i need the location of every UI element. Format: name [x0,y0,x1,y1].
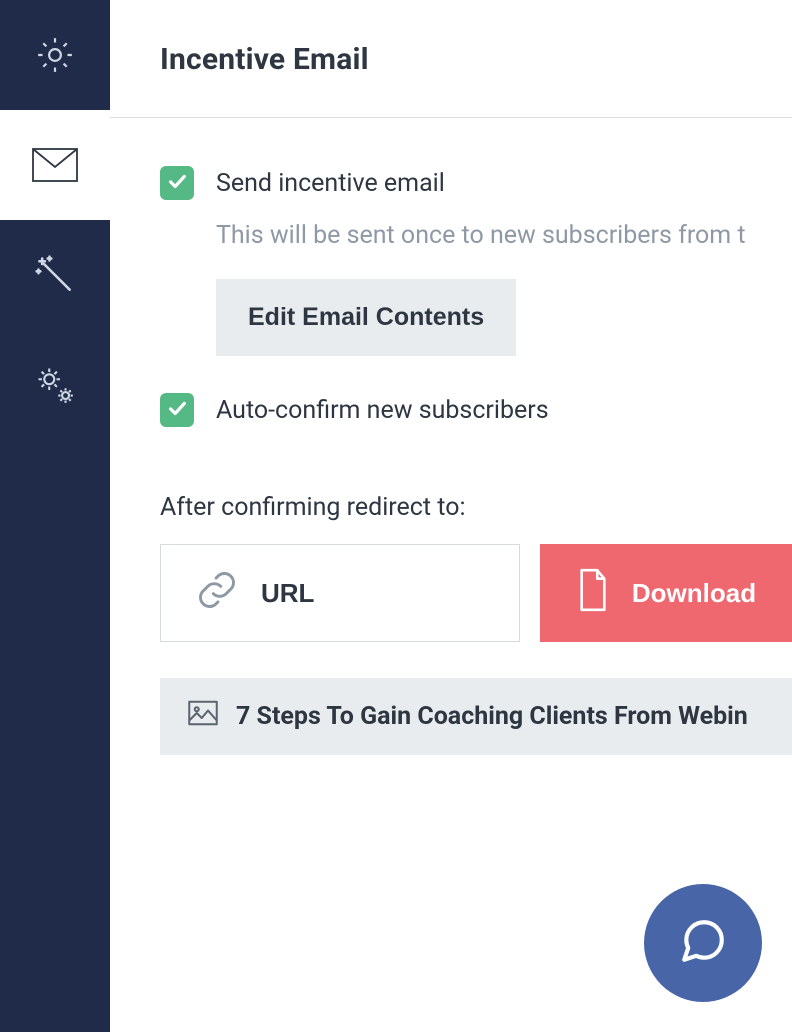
sidebar-item-email[interactable] [0,110,110,220]
selected-file-name: 7 Steps To Gain Coaching Clients From We… [236,702,748,731]
check-icon [166,170,188,196]
redirect-url-label: URL [261,578,314,609]
edit-email-contents-button[interactable]: Edit Email Contents [216,279,516,356]
redirect-options: URL Download [160,544,792,642]
redirect-label: After confirming redirect to: [160,493,792,522]
sidebar-item-settings[interactable] [0,0,110,110]
redirect-download-label: Download [632,578,756,609]
file-icon [576,568,610,619]
page-header: Incentive Email [110,0,792,118]
page-title: Incentive Email [160,42,742,77]
option-send-incentive: Send incentive email [160,166,792,200]
chat-fab[interactable] [644,884,762,1002]
checkbox-auto-confirm[interactable] [160,393,194,427]
image-icon [188,700,218,733]
label-auto-confirm: Auto-confirm new subscribers [216,396,549,425]
sidebar-item-advanced[interactable] [0,330,110,440]
chat-icon [678,916,728,970]
label-send-incentive: Send incentive email [216,169,445,198]
gears-icon [32,362,78,408]
send-incentive-sub: This will be sent once to new subscriber… [216,218,792,356]
check-icon [166,397,188,423]
send-incentive-description: This will be sent once to new subscriber… [216,218,792,253]
selected-file-row[interactable]: 7 Steps To Gain Coaching Clients From We… [160,678,792,755]
main-panel: Incentive Email Send incentive email Thi… [110,0,792,1032]
checkbox-send-incentive[interactable] [160,166,194,200]
redirect-download-button[interactable]: Download [540,544,792,642]
envelope-icon [32,148,78,182]
redirect-url-button[interactable]: URL [160,544,520,642]
gear-icon [33,33,77,77]
wand-icon [33,253,77,297]
link-icon [195,568,239,619]
sidebar [0,0,110,1032]
sidebar-item-wand[interactable] [0,220,110,330]
option-auto-confirm: Auto-confirm new subscribers [160,393,792,427]
